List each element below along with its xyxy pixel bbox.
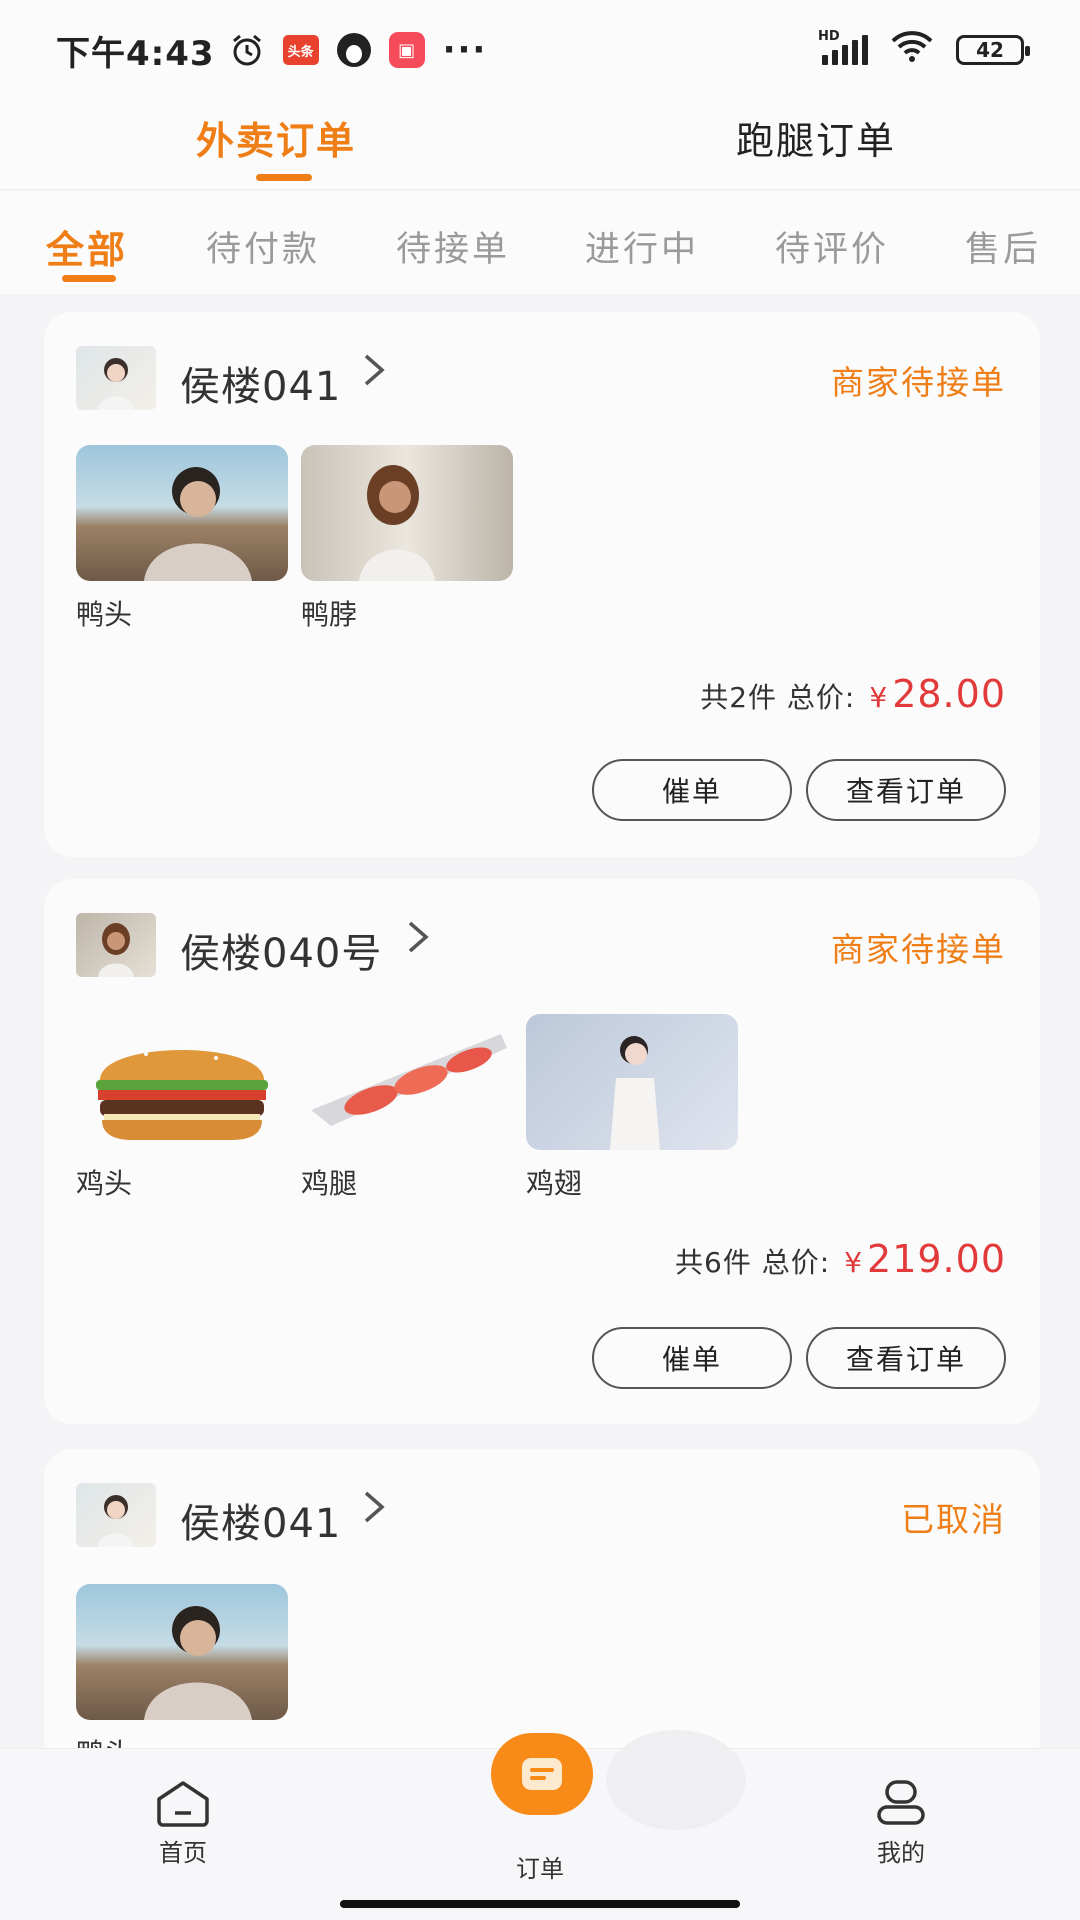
battery-icon: 42 <box>956 35 1030 65</box>
battery-level: 42 <box>976 38 1004 62</box>
urge-order-button[interactable]: 催单 <box>592 1327 792 1389</box>
order-summary: 共6件 总价: <box>675 1246 831 1279</box>
status-time: 下午4:43 <box>56 33 215 74</box>
item-name: 鸭脖 <box>301 598 358 631</box>
view-order-button[interactable]: 查看订单 <box>806 1327 1006 1389</box>
store-avatar <box>76 913 156 977</box>
tab-in-progress[interactable]: 进行中 <box>585 221 699 272</box>
order-item[interactable]: 鸡翅 <box>526 1014 738 1202</box>
tab-pending-review[interactable]: 待评价 <box>775 221 889 272</box>
item-name: 鸡头 <box>76 1167 133 1200</box>
video-app-icon: ▣ <box>388 32 425 68</box>
order-summary: 共2件 总价: <box>700 681 856 714</box>
item-name: 鸭头 <box>76 598 133 631</box>
store-name[interactable]: 侯楼041 <box>180 1491 341 1549</box>
order-card[interactable]: 侯楼040号 商家待接单 鸡头 鸡腿 鸡翅 共6件 总价: ¥ 219.00 催… <box>44 879 1040 1424</box>
item-name: 鸡翅 <box>526 1167 583 1200</box>
nav-mine-label: 我的 <box>877 1839 925 1867</box>
item-image <box>76 445 288 581</box>
active-tab-indicator <box>256 174 312 181</box>
tab-pending-payment[interactable]: 待付款 <box>206 221 320 272</box>
item-image <box>301 445 513 581</box>
tab-after-sales[interactable]: 售后 <box>965 221 1041 272</box>
urge-order-button[interactable]: 催单 <box>592 759 792 821</box>
order-type-tabs: 外卖订单 跑腿订单 <box>0 100 1080 190</box>
nav-decoration <box>606 1730 746 1830</box>
order-card[interactable]: 侯楼041 商家待接单 鸭头 鸭脖 共2件 总价: ¥ 28.00 催单 查看订… <box>44 312 1040 857</box>
home-icon <box>153 1781 213 1833</box>
nav-mine[interactable]: 我的 <box>866 1779 936 1868</box>
order-price: 219.00 <box>867 1237 1006 1281</box>
nav-orders-label: 订单 <box>516 1855 564 1883</box>
tab-errand-orders[interactable]: 跑腿订单 <box>736 110 896 165</box>
order-total: 共2件 总价: ¥ 28.00 <box>700 672 1006 716</box>
order-item[interactable]: 鸡头 <box>76 1014 288 1202</box>
profile-icon <box>873 1780 929 1833</box>
order-total: 共6件 总价: ¥ 219.00 <box>675 1237 1006 1281</box>
more-notifications-icon: ··· <box>442 30 488 70</box>
order-item[interactable]: 鸡腿 <box>301 1014 513 1202</box>
item-image <box>76 1584 288 1720</box>
news-app-icon: 头条 <box>282 35 319 65</box>
currency-symbol: ¥ <box>844 1246 864 1279</box>
view-order-button[interactable]: 查看订单 <box>806 759 1006 821</box>
wifi-icon <box>890 29 934 72</box>
item-image <box>76 1014 288 1150</box>
alarm-icon <box>229 32 265 68</box>
nav-orders[interactable]: 订单 <box>500 1849 580 1884</box>
chevron-right-icon[interactable] <box>406 917 432 966</box>
nav-home-label: 首页 <box>159 1839 207 1867</box>
item-name: 鸡腿 <box>301 1167 358 1200</box>
store-name[interactable]: 侯楼041 <box>180 354 341 412</box>
qq-icon <box>336 33 371 67</box>
currency-symbol: ¥ <box>869 681 889 714</box>
signal-icon: HD <box>818 29 868 65</box>
status-bar: 下午4:43 头条 ▣ ··· HD 42 <box>0 0 1080 100</box>
order-icon[interactable] <box>491 1733 593 1815</box>
home-indicator[interactable] <box>340 1900 740 1908</box>
tab-pending-accept[interactable]: 待接单 <box>396 221 510 272</box>
chevron-right-icon[interactable] <box>362 1487 388 1536</box>
order-status: 商家待接单 <box>831 930 1006 969</box>
order-item[interactable]: 鸭脖 <box>301 445 513 633</box>
store-name[interactable]: 侯楼040号 <box>180 921 382 979</box>
nav-home[interactable]: 首页 <box>148 1779 218 1868</box>
item-image <box>526 1014 738 1150</box>
order-status-tabs: 全部 待付款 待接单 进行中 待评价 售后 <box>0 191 1080 294</box>
order-card[interactable]: 侯楼041 已取消 鸭头 <box>44 1449 1040 1769</box>
tab-all[interactable]: 全部 <box>46 219 128 274</box>
tab-takeout-orders[interactable]: 外卖订单 <box>196 110 356 165</box>
store-avatar <box>76 346 156 410</box>
order-status: 已取消 <box>901 1500 1006 1539</box>
order-price: 28.00 <box>892 672 1006 716</box>
order-item[interactable]: 鸭头 <box>76 445 288 633</box>
store-avatar <box>76 1483 156 1547</box>
order-item[interactable]: 鸭头 <box>76 1584 288 1769</box>
active-subtab-indicator <box>62 275 116 282</box>
order-status: 商家待接单 <box>831 363 1006 402</box>
item-image <box>301 1014 513 1150</box>
chevron-right-icon[interactable] <box>362 350 388 399</box>
